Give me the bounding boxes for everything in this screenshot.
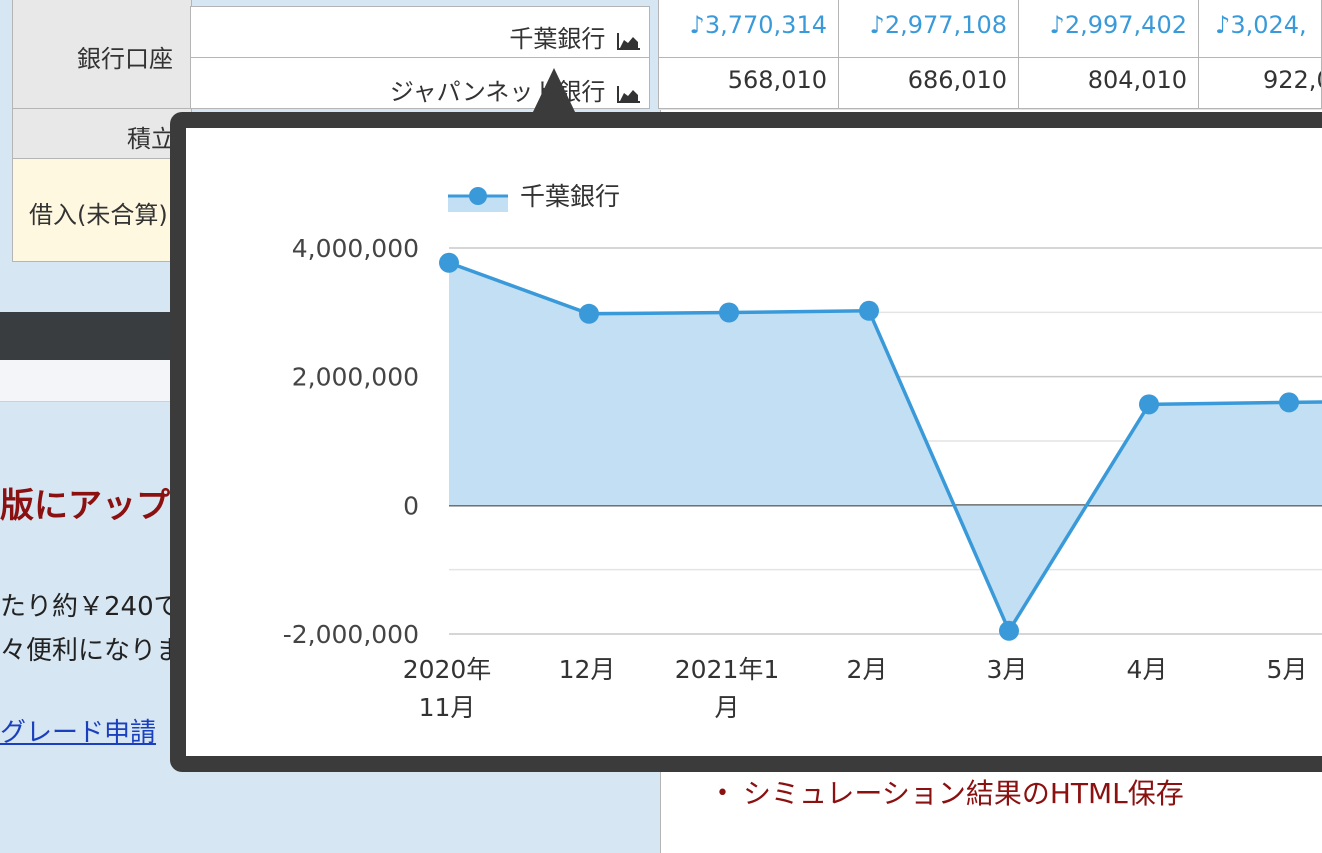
loan-group-header: 借入(未合算) [12, 158, 192, 262]
y-axis: 4,000,000 2,000,000 0 -2,000,000 [283, 234, 419, 649]
y-tick-label: -2,000,000 [283, 620, 419, 649]
loan-group-label: 借入(未合算) [29, 201, 168, 229]
upgrade-text-line: 々便利になりま [0, 636, 183, 666]
chart-area [439, 252, 1322, 641]
x-tick-label: 2021年1 [675, 655, 780, 684]
x-axis: 2020年 11月 12月 2021年1 月 2月 3月 4月 5月 [403, 655, 1308, 722]
data-point[interactable] [1279, 392, 1299, 413]
value-link[interactable]: ♪2,997,402 [1050, 11, 1187, 39]
bank-group-header: 銀行口座 [12, 0, 192, 110]
value-cell: ♪3,024, [1198, 0, 1322, 58]
y-tick-label: 2,000,000 [292, 363, 419, 392]
value-text: 686,010 [907, 66, 1007, 94]
data-point[interactable] [1139, 394, 1159, 415]
value-cell: ♪2,977,108 [838, 0, 1020, 58]
value-cell: ♪2,997,402 [1018, 0, 1200, 58]
mini-chart-icon[interactable] [617, 85, 641, 103]
legend-label[interactable]: 千葉銀行 [520, 182, 620, 211]
value-cell: 922,0 [1198, 57, 1322, 109]
x-tick-label: 12月 [559, 655, 616, 684]
chart-tooltip: 4,000,000 2,000,000 0 -2,000,000 2020年 11月 12… [186, 128, 1322, 756]
upgrade-text-line: たり約￥240で [0, 592, 180, 622]
row-japannet-name-wrap: ジャパンネット銀行 [390, 72, 641, 107]
legend-marker [469, 187, 487, 205]
value-cell: 568,010 [658, 57, 840, 109]
x-tick-label: 11月 [419, 693, 476, 722]
x-tick-label: 2月 [847, 655, 888, 684]
x-tick-label: 2020年 [403, 655, 492, 684]
row-chiba-label: 千葉銀行 [509, 25, 606, 53]
value-link[interactable]: ♪3,770,314 [690, 11, 827, 39]
value-cell: 804,010 [1018, 57, 1200, 109]
value-link[interactable]: ♪3,024, [1215, 11, 1307, 39]
saving-group-header: 積立 [12, 108, 192, 160]
upgrade-title: 版にアップ [0, 486, 170, 526]
left-margin-strip [0, 0, 12, 312]
value-text: 922,0 [1263, 66, 1321, 94]
data-point[interactable] [999, 620, 1019, 641]
chart-legend: 千葉銀行 [448, 182, 620, 212]
data-point[interactable] [719, 302, 739, 323]
value-text: 804,010 [1087, 66, 1187, 94]
upgrade-request-link[interactable]: グレード申請 [0, 712, 156, 749]
data-point[interactable] [579, 303, 599, 324]
saving-group-label: 積立 [127, 125, 175, 153]
chart-tooltip-pointer [532, 68, 576, 114]
data-point[interactable] [439, 252, 459, 273]
x-tick-label: 3月 [987, 655, 1028, 684]
value-cell: 686,010 [838, 57, 1020, 109]
balance-chart: 4,000,000 2,000,000 0 -2,000,000 2020年 11月 12… [283, 182, 1322, 722]
value-text: 568,010 [727, 66, 827, 94]
data-point[interactable] [859, 300, 879, 321]
feature-bullet: シミュレーション結果のHTML保存 [716, 772, 1184, 812]
mini-chart-icon[interactable] [617, 32, 641, 50]
row-japannet-name-cell: ジャパンネット銀行 [190, 57, 650, 109]
y-tick-label: 0 [403, 491, 419, 520]
row-chiba-name-wrap: 千葉銀行 [509, 19, 641, 54]
bank-group-label: 銀行口座 [77, 45, 173, 73]
x-tick-label: 4月 [1127, 655, 1168, 684]
value-link[interactable]: ♪2,977,108 [870, 11, 1007, 39]
row-chiba-name-cell: 千葉銀行 [190, 6, 650, 58]
feature-bullet-text: シミュレーション結果のHTML保存 [742, 777, 1184, 810]
x-tick-label: 月 [714, 693, 739, 722]
x-tick-label: 5月 [1267, 655, 1308, 684]
value-cell: ♪3,770,314 [658, 0, 840, 58]
y-tick-label: 4,000,000 [292, 234, 419, 263]
